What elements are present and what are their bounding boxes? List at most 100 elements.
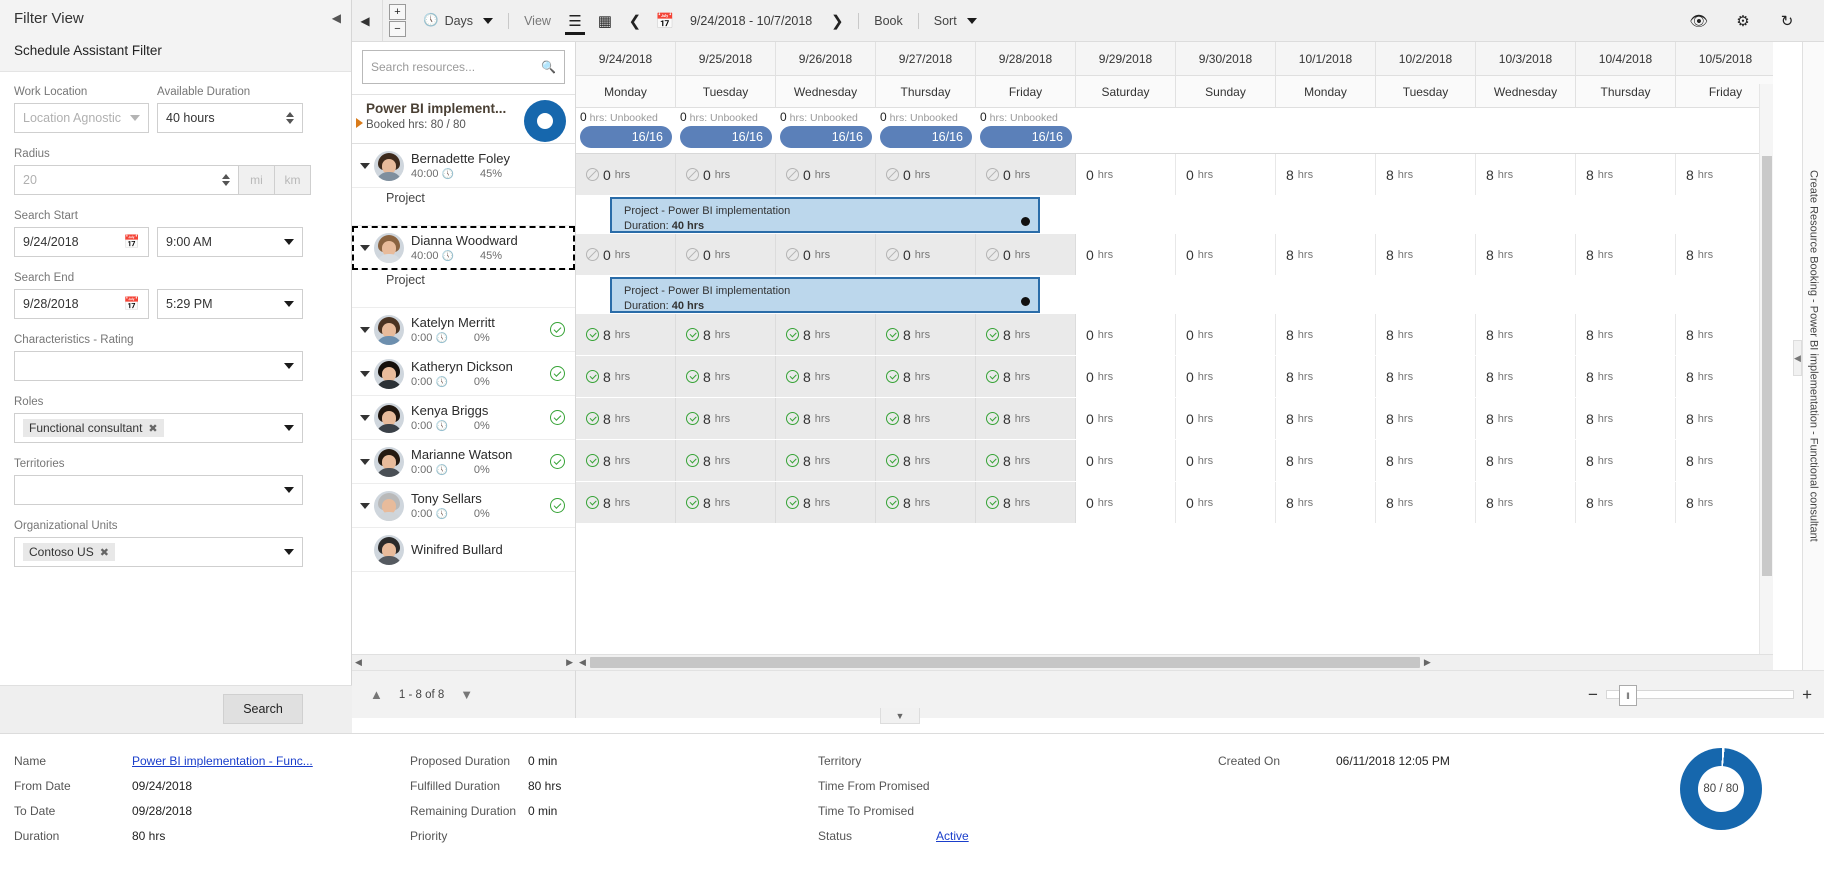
search-start-date-input[interactable]: 9/24/2018 📅 [14,227,149,257]
detail-value[interactable]: Power BI implementation - Func... [132,754,313,768]
grid-hours-cell[interactable]: 0 hrs [876,154,976,195]
expand-resource-icon[interactable] [358,326,372,333]
grid-hours-cell[interactable]: 0 hrs [1076,482,1176,523]
search-resources-input[interactable]: Search resources... 🔍 [362,50,565,84]
eye-icon[interactable]: 👁 [1684,0,1714,42]
expand-resource-icon[interactable] [358,458,372,465]
org-units-select[interactable]: Contoso US ✖ [14,537,303,567]
requirement-header-row[interactable]: Power BI implement... Booked hrs: 80 / 8… [352,94,575,144]
grid-hours-cell[interactable]: 8 hrs [976,482,1076,523]
grid-hours-cell[interactable]: 0 hrs [776,154,876,195]
grid-hours-cell[interactable]: 8 hrs [1276,154,1376,195]
grid-hours-cell[interactable]: 0 hrs [1176,482,1276,523]
radius-unit-mi[interactable]: mi [239,165,275,195]
grid-hours-cell[interactable]: 0 hrs [976,154,1076,195]
expand-resource-icon[interactable] [358,244,372,251]
grid-hours-cell[interactable]: 0 hrs [1176,440,1276,481]
grid-hours-cell[interactable]: 8 hrs [776,440,876,481]
grid-hours-cell[interactable]: 0 hrs [776,234,876,275]
grid-hours-cell[interactable]: 0 hrs [1176,154,1276,195]
zoom-out-icon[interactable]: − [1588,686,1598,703]
grid-hours-cell[interactable]: 8 hrs [1476,356,1576,397]
grid-hours-cell[interactable]: 8 hrs [1576,314,1676,355]
grid-hours-cell[interactable]: 8 hrs [676,398,776,439]
grid-hours-cell[interactable]: 8 hrs [1276,398,1376,439]
expand-resource-icon[interactable] [358,370,372,377]
radius-stepper[interactable] [222,174,230,186]
search-icon[interactable]: 🔍 [541,60,556,74]
capacity-pill[interactable]: 16/16 [980,126,1072,148]
next-period-icon[interactable]: ❯ [822,0,852,42]
grid-hours-cell[interactable]: 8 hrs [1376,356,1476,397]
right-panel-resize-handle[interactable]: ◀ [1793,340,1802,376]
grid-hours-cell[interactable]: 0 hrs [876,234,976,275]
booking-block[interactable]: Project - Power BI implementation Duratio… [610,277,1040,313]
grid-hours-cell[interactable]: 8 hrs [1476,154,1576,195]
grid-hours-cell[interactable]: 8 hrs [876,440,976,481]
roles-chip[interactable]: Functional consultant ✖ [23,419,164,437]
page-down-icon[interactable]: ▼ [460,687,473,702]
resource-row[interactable]: Katheryn Dickson 0:00 🕔 0% [352,352,575,396]
resource-row[interactable]: Bernadette Foley 40:00 🕔 45% [352,144,575,188]
grid-hours-cell[interactable]: 8 hrs [876,356,976,397]
grid-hours-cell[interactable]: 8 hrs [1476,234,1576,275]
grid-vscrollbar[interactable] [1759,84,1773,670]
capacity-pill[interactable]: 16/16 [880,126,972,148]
resource-row[interactable]: Tony Sellars 0:00 🕔 0% [352,484,575,528]
grid-hours-cell[interactable]: 0 hrs [576,154,676,195]
calendar-icon[interactable]: 📅 [650,0,680,42]
toolbar-back-icon[interactable]: ◀ [352,14,378,28]
grid-hours-cell[interactable]: 8 hrs [676,440,776,481]
scroll-right-icon[interactable]: ▶ [1424,657,1431,668]
expand-resource-icon[interactable] [358,162,372,169]
search-end-time-select[interactable]: 5:29 PM [157,289,303,319]
grid-hours-cell[interactable]: 0 hrs [676,234,776,275]
grid-hours-cell[interactable]: 0 hrs [1176,398,1276,439]
grid-hours-cell[interactable]: 0 hrs [576,234,676,275]
resource-row[interactable]: Marianne Watson 0:00 🕔 0% [352,440,575,484]
available-duration-input[interactable]: 40 hours [157,103,303,133]
expand-rows-button[interactable]: + [389,4,406,20]
grid-hours-cell[interactable]: 8 hrs [976,440,1076,481]
grid-hours-cell[interactable]: 8 hrs [776,398,876,439]
grid-hours-cell[interactable]: 8 hrs [1476,398,1576,439]
grid-hours-cell[interactable]: 8 hrs [1276,356,1376,397]
zoom-in-icon[interactable]: + [1802,686,1812,703]
search-button[interactable]: Search [223,694,303,724]
grid-hours-cell[interactable]: 8 hrs [1476,314,1576,355]
grid-hours-cell[interactable]: 0 hrs [676,154,776,195]
grid-hours-cell[interactable]: 8 hrs [1576,154,1676,195]
sort-dropdown[interactable]: Sort [925,0,986,42]
booking-block[interactable]: Project - Power BI implementation Duratio… [610,197,1040,233]
capacity-pill[interactable]: 16/16 [780,126,872,148]
grid-hours-cell[interactable]: 8 hrs [676,482,776,523]
scroll-left-icon[interactable]: ◀ [579,657,586,668]
grid-hours-cell[interactable]: 8 hrs [676,314,776,355]
grid-hours-cell[interactable]: 0 hrs [976,234,1076,275]
grid-hours-cell[interactable]: 8 hrs [1376,234,1476,275]
collapse-rows-button[interactable]: − [389,21,406,37]
duration-stepper[interactable] [286,112,294,124]
collapse-board-icon[interactable]: ▼ [880,708,920,724]
org-units-chip[interactable]: Contoso US ✖ [23,543,115,561]
resource-list-hscrollbar[interactable]: ◀ ▶ [352,654,576,670]
grid-view-icon[interactable]: ▦ [590,0,620,42]
grid-hours-cell[interactable]: 8 hrs [1476,440,1576,481]
zoom-slider-thumb[interactable]: ‖ [1618,685,1637,706]
grid-hours-cell[interactable]: 0 hrs [1176,234,1276,275]
expand-requirement-icon[interactable] [356,118,363,128]
grid-hours-cell[interactable]: 8 hrs [976,356,1076,397]
grid-hours-cell[interactable]: 8 hrs [1576,356,1676,397]
expand-resource-icon[interactable] [358,502,372,509]
collapse-filter-panel-icon[interactable]: ◀ [332,12,341,24]
grid-hours-cell[interactable]: 8 hrs [1376,314,1476,355]
resource-row[interactable]: Winifred Bullard [352,528,575,572]
grid-hours-cell[interactable]: 8 hrs [1276,234,1376,275]
grid-hours-cell[interactable]: 8 hrs [1576,398,1676,439]
grid-hours-cell[interactable]: 8 hrs [1276,314,1376,355]
timescale-dropdown[interactable]: 🕔 Days [414,0,502,42]
grid-hours-cell[interactable]: 8 hrs [976,314,1076,355]
grid-hscroll-thumb[interactable] [589,657,1420,668]
previous-period-icon[interactable]: ❮ [620,0,650,42]
grid-hours-cell[interactable]: 8 hrs [876,398,976,439]
